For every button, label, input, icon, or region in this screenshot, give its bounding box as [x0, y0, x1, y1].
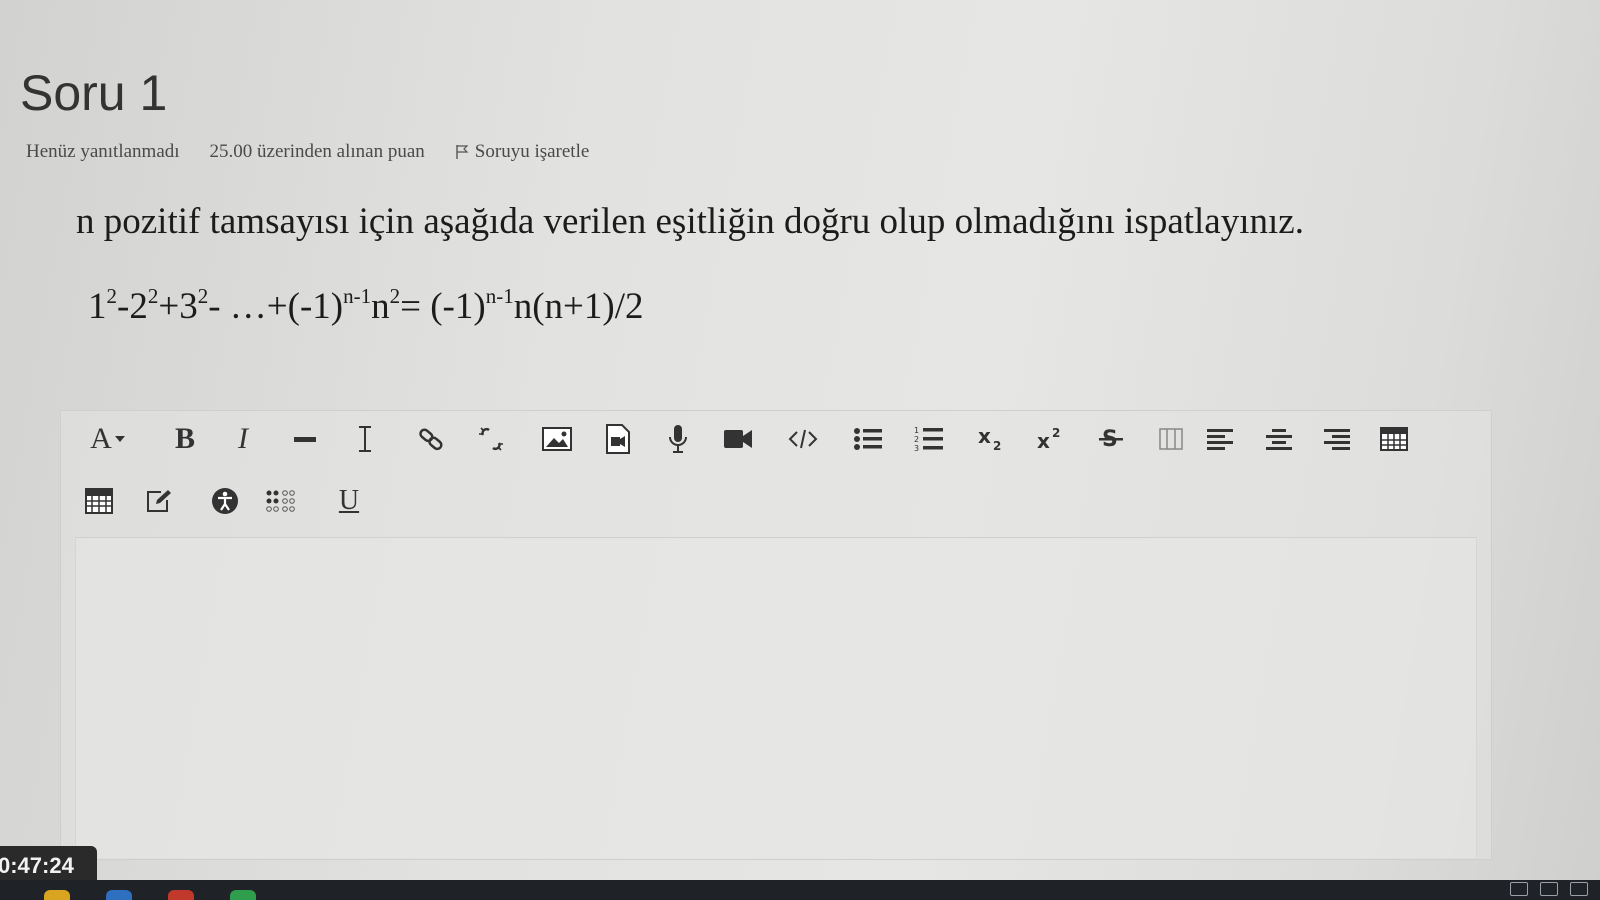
horizontal-rule-button[interactable] [285, 419, 325, 459]
link-icon [419, 428, 443, 451]
network-icon[interactable] [1510, 882, 1528, 896]
system-tray [1510, 882, 1588, 896]
superscript-icon: x2 [1037, 426, 1060, 452]
align-left-icon [1207, 429, 1233, 450]
equation-superscript: 2 [106, 284, 118, 308]
unlink-button[interactable] [471, 419, 511, 459]
equation-superscript: n-1 [485, 284, 514, 308]
align-center-button[interactable] [1259, 419, 1299, 459]
image-button[interactable] [537, 419, 577, 459]
question-info-row: Henüz yanıtlanmadı 25.00 üzerinden alına… [26, 141, 589, 163]
horizontal-rule-icon [294, 437, 316, 442]
chevron-down-icon [114, 436, 125, 442]
superscript-button[interactable]: x2 [1031, 419, 1071, 459]
equation-superscript: 2 [147, 284, 159, 308]
image-icon [542, 427, 572, 451]
bold-icon: B [174, 422, 195, 455]
accessibility-button[interactable] [205, 481, 245, 521]
columns-icon [1159, 428, 1183, 450]
volume-icon[interactable] [1570, 882, 1588, 896]
strikethrough-button[interactable]: S [1091, 419, 1131, 459]
edit-icon [147, 490, 171, 512]
calculator-icon [85, 488, 113, 514]
italic-icon: I [238, 422, 248, 455]
special-characters-icon [266, 490, 295, 512]
svg-text:x: x [978, 426, 991, 448]
columns-button[interactable] [1151, 419, 1191, 459]
special-characters-button[interactable] [263, 481, 303, 521]
question-score: 25.00 üzerinden alınan puan [209, 141, 425, 162]
svg-text:3: 3 [914, 444, 919, 453]
subscript-button[interactable]: x2 [972, 419, 1012, 459]
underline-button[interactable]: U [329, 481, 369, 521]
italic-button[interactable]: I [223, 419, 263, 459]
edit-button[interactable] [139, 481, 179, 521]
strikethrough-icon: S [1099, 427, 1123, 452]
bullet-list-icon [854, 428, 882, 450]
equation-part: +3 [158, 286, 198, 327]
equation-part: 1 [88, 286, 107, 327]
underline-icon: U [338, 485, 360, 516]
media-file-icon [606, 424, 630, 454]
table-button[interactable] [1374, 419, 1414, 459]
microphone-icon [669, 425, 687, 453]
bold-button[interactable]: B [165, 419, 205, 459]
page-title: Soru 1 [20, 65, 168, 121]
flag-icon [455, 144, 469, 160]
font-color-button[interactable]: A [77, 419, 141, 459]
link-button[interactable] [411, 419, 451, 459]
align-center-icon [1266, 429, 1292, 450]
subscript-icon: x2 [978, 426, 1001, 452]
svg-text:2: 2 [993, 439, 1001, 452]
svg-text:x: x [1037, 429, 1050, 452]
flag-question-link[interactable]: Soruyu işaretle [455, 141, 590, 163]
calculator-button[interactable] [79, 481, 119, 521]
equation-part: - …+(-1) [208, 286, 344, 327]
table-icon [1380, 427, 1408, 451]
file-explorer-icon[interactable] [44, 890, 70, 900]
svg-text:1: 1 [914, 426, 919, 435]
record-audio-button[interactable] [658, 419, 698, 459]
answer-editor: A B I 1 2 3 x 2 x 2 S U [60, 410, 1492, 860]
unlink-icon [479, 427, 503, 451]
question-text: n pozitif tamsayısı için aşağıda verilen… [76, 201, 1304, 242]
record-video-button[interactable] [718, 419, 758, 459]
align-left-button[interactable] [1200, 419, 1240, 459]
bullet-list-button[interactable] [848, 419, 888, 459]
equation-part: -2 [117, 286, 148, 327]
align-right-button[interactable] [1317, 419, 1357, 459]
equation-superscript: n-1 [343, 284, 372, 308]
taskbar-app-icon[interactable] [106, 890, 132, 900]
font-color-icon: A [90, 422, 112, 455]
equation-part: = (-1) [400, 286, 486, 327]
equation-superscript: 2 [389, 284, 401, 308]
taskbar-app-icon[interactable] [230, 890, 256, 900]
accessibility-icon [212, 488, 238, 514]
flag-question-label: Soruyu işaretle [474, 141, 590, 162]
numbered-list-icon: 123 [914, 426, 943, 453]
question-equation: 12-22+32- …+(-1)n-1n2= (-1)n-1n(n+1)/2 [88, 285, 644, 328]
answer-text-area[interactable] [75, 537, 1477, 858]
text-cursor-icon [359, 426, 371, 452]
equation-superscript: 2 [197, 284, 209, 308]
chrome-icon[interactable] [168, 890, 194, 900]
align-right-icon [1324, 429, 1350, 450]
os-taskbar [0, 880, 1600, 900]
equation-part: n [371, 286, 390, 327]
code-icon [788, 429, 818, 449]
svg-text:2: 2 [914, 435, 919, 444]
numbered-list-button[interactable]: 123 [909, 419, 949, 459]
svg-text:2: 2 [1052, 426, 1060, 440]
editor-toolbar: A B I 1 2 3 x 2 x 2 S U [61, 411, 1491, 537]
equation-part: n(n+1)/2 [513, 286, 644, 327]
text-cursor-button[interactable] [345, 419, 385, 459]
html-code-button[interactable] [783, 419, 823, 459]
question-status: Henüz yanıtlanmadı [26, 141, 180, 162]
battery-icon[interactable] [1540, 882, 1558, 896]
media-file-button[interactable] [598, 419, 638, 459]
video-camera-icon [724, 430, 752, 448]
